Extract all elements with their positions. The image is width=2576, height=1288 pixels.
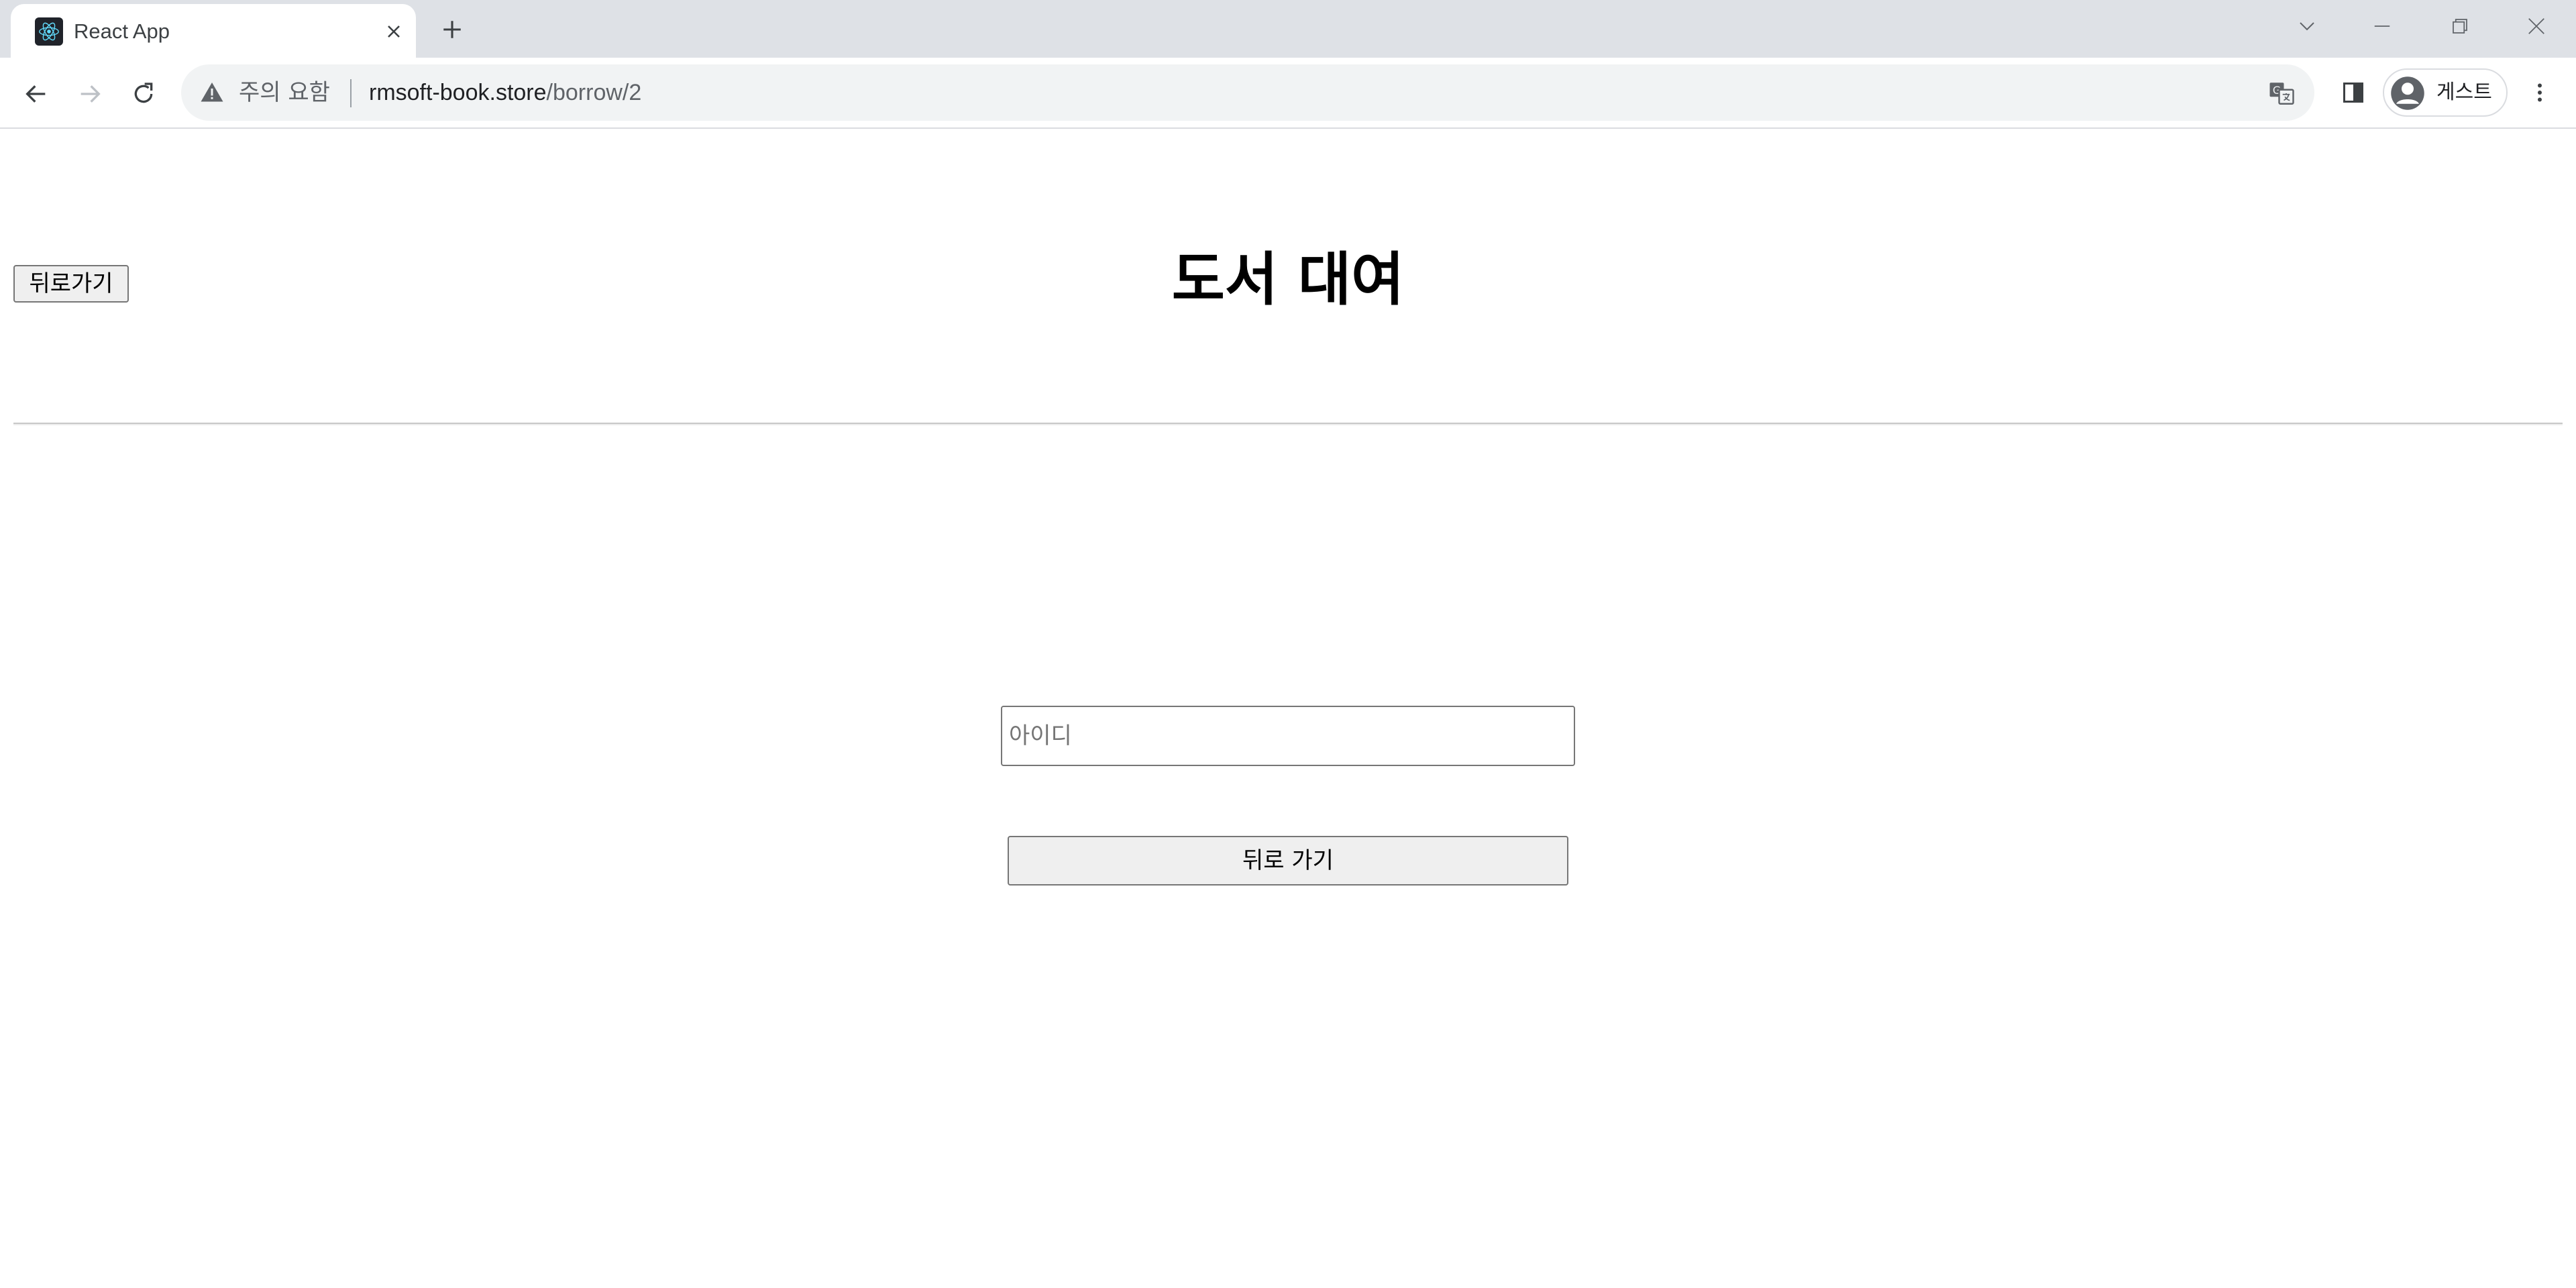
omnibox-separator — [350, 79, 352, 107]
new-tab-plus-icon[interactable] — [436, 13, 468, 46]
tab-title: React App — [74, 19, 170, 43]
back-arrow-icon[interactable] — [16, 74, 56, 114]
reload-icon[interactable] — [123, 74, 164, 114]
profile-label: 게스트 — [2436, 80, 2492, 104]
close-window-icon[interactable] — [2520, 9, 2553, 43]
warning-triangle-icon[interactable] — [200, 80, 224, 105]
profile-button[interactable]: 게스트 — [2383, 68, 2508, 117]
address-bar[interactable]: 주의 요함 rmsoft-book.store/borrow/2 G — [181, 64, 2314, 121]
tab-close-icon[interactable] — [380, 17, 408, 46]
page-viewport: 뒤로가기 도서 대여 뒤로 가기 — [0, 129, 2576, 1288]
url-text[interactable]: rmsoft-book.store/borrow/2 — [369, 78, 641, 107]
browser-toolbar: 주의 요함 rmsoft-book.store/borrow/2 G 게스트 — [0, 58, 2576, 129]
guest-avatar-icon — [2391, 76, 2424, 110]
side-panel-icon[interactable] — [2333, 72, 2373, 113]
browser-tab[interactable]: React App — [11, 4, 416, 58]
minimize-icon[interactable] — [2365, 9, 2399, 43]
forward-arrow-icon[interactable] — [70, 74, 110, 114]
translate-icon[interactable]: G — [2267, 79, 2296, 107]
url-path: /borrow/2 — [546, 80, 642, 105]
header-divider — [13, 423, 2563, 425]
url-host: rmsoft-book.store — [369, 80, 547, 105]
react-logo-icon — [35, 17, 63, 46]
more-menu-icon[interactable] — [2520, 72, 2560, 113]
restore-icon[interactable] — [2443, 9, 2477, 43]
back-button[interactable]: 뒤로 가기 — [1008, 836, 1568, 885]
header-back-button[interactable]: 뒤로가기 — [13, 265, 129, 303]
tab-strip: React App — [0, 0, 2576, 58]
user-id-input[interactable] — [1001, 706, 1575, 766]
page-title: 도서 대여 — [1171, 246, 1405, 313]
tab-search-chevron-icon[interactable] — [2290, 9, 2324, 43]
security-warning-label[interactable]: 주의 요함 — [239, 78, 330, 107]
